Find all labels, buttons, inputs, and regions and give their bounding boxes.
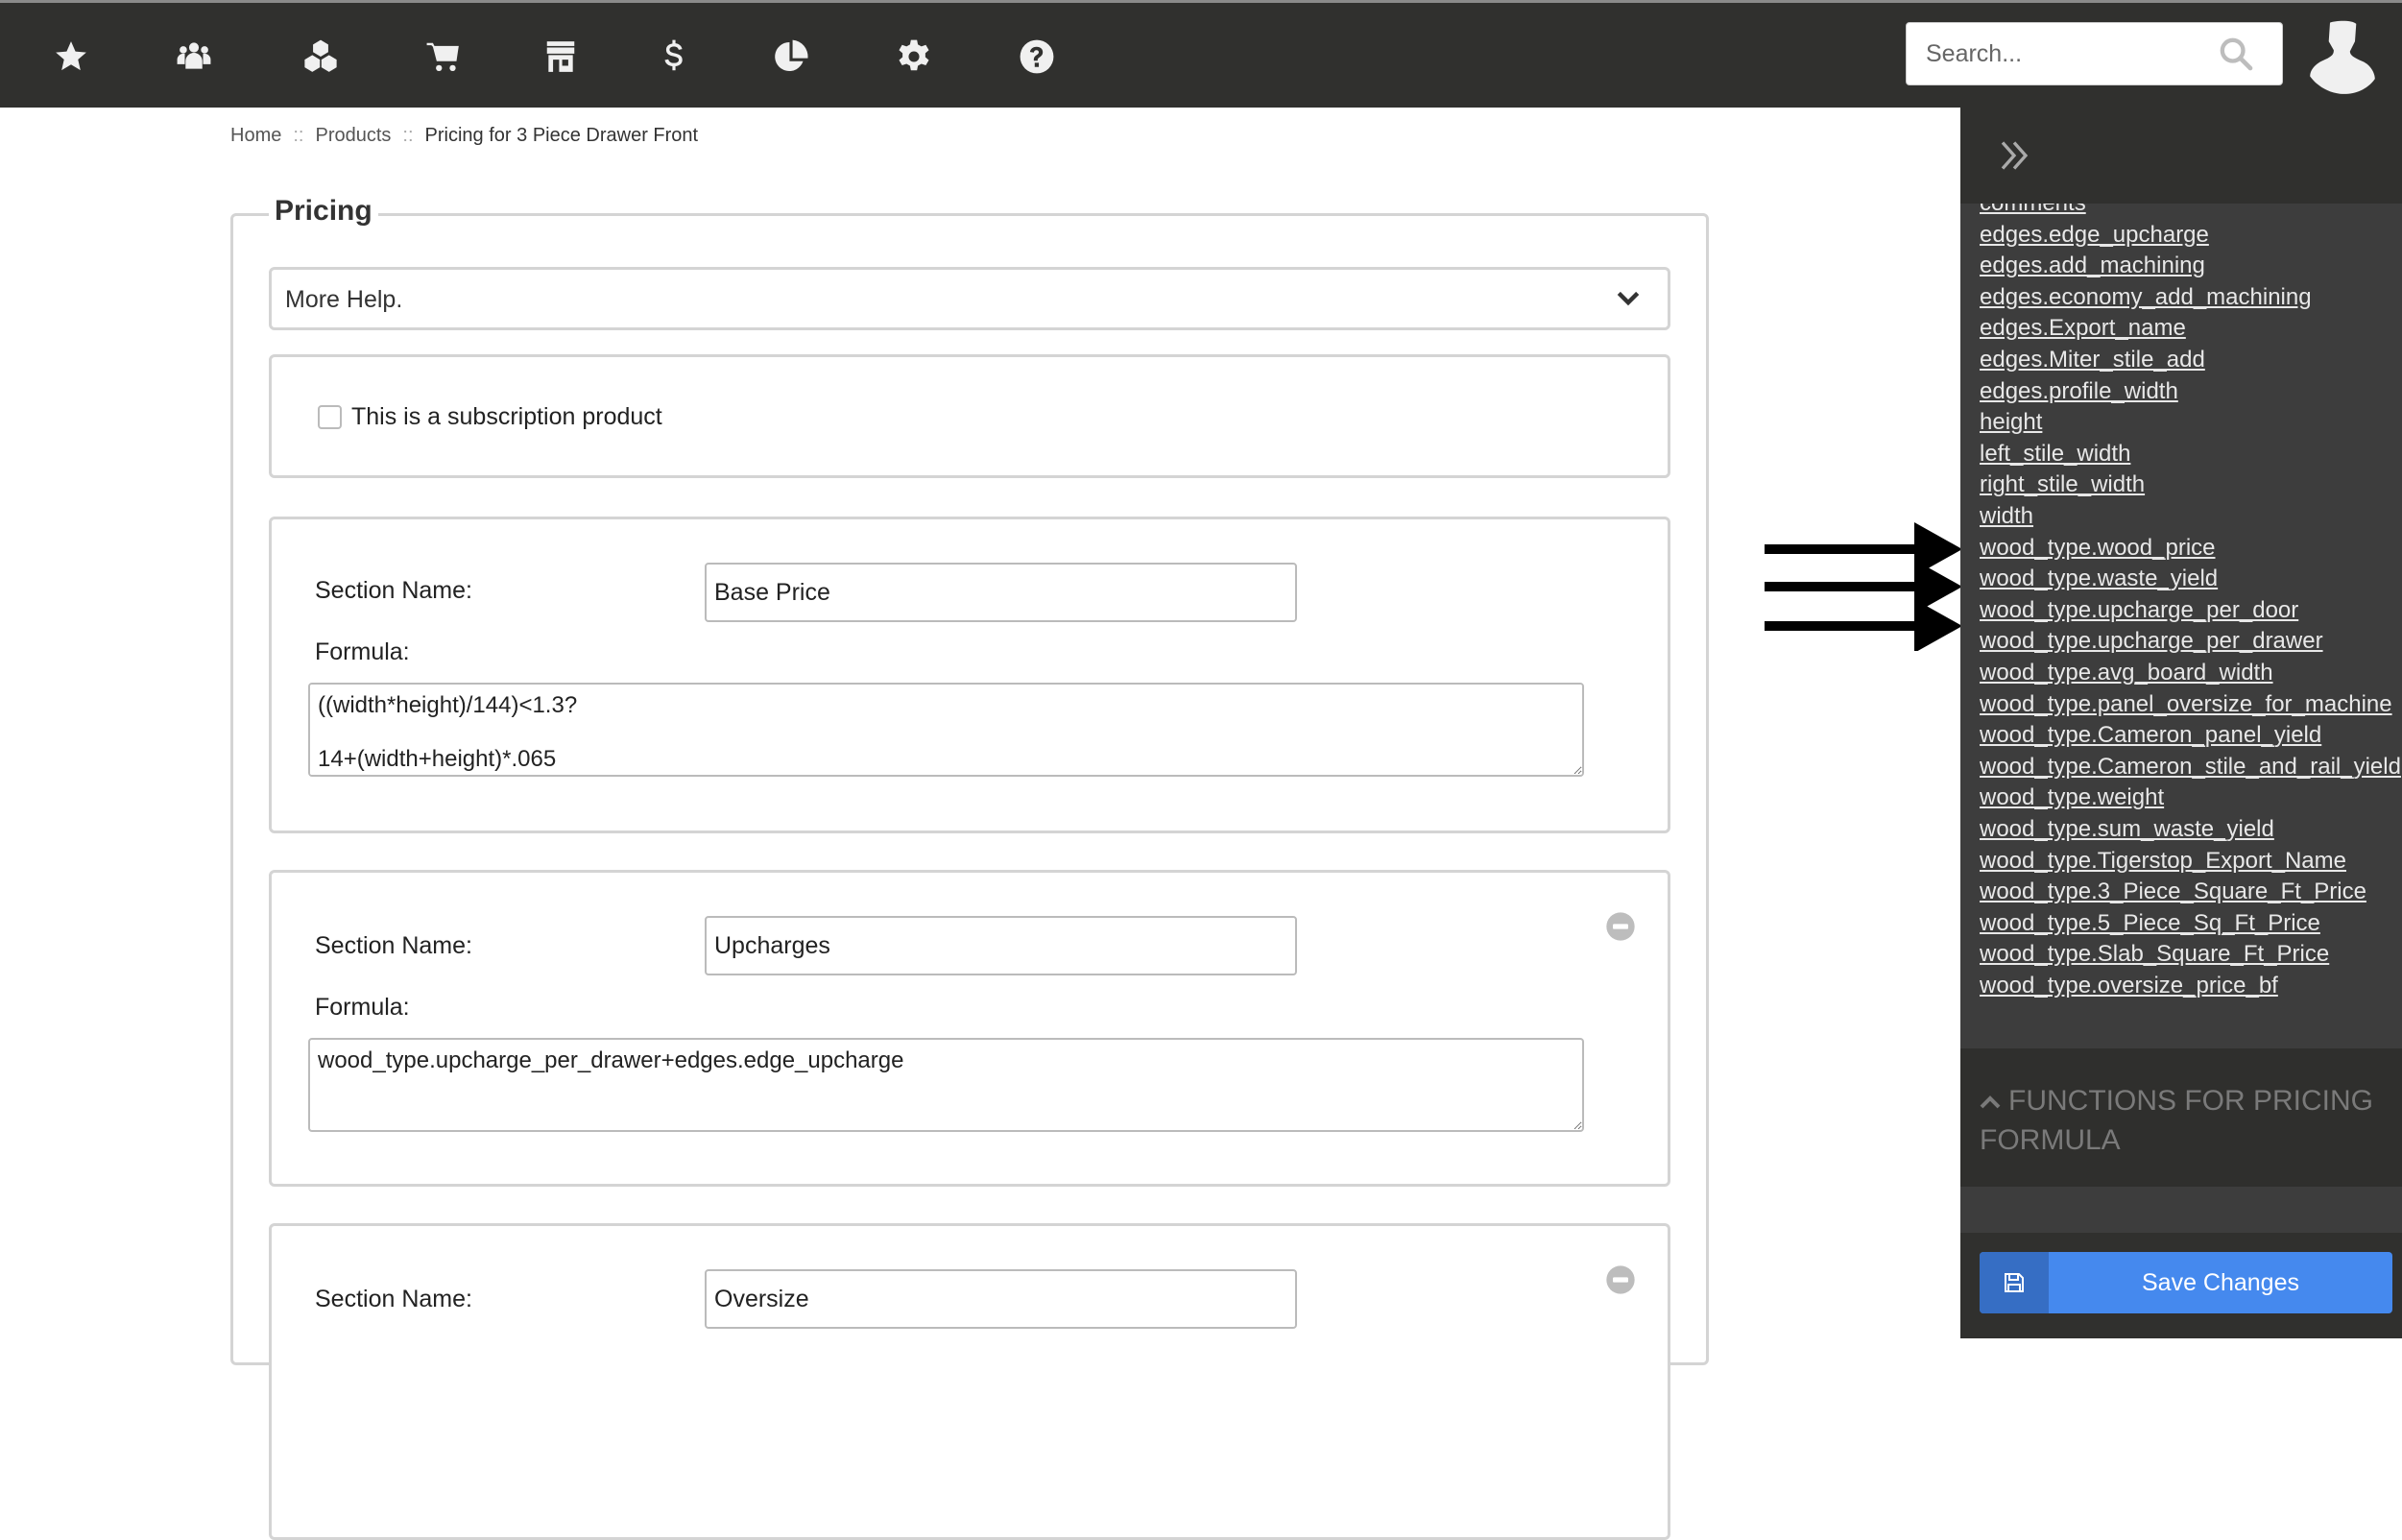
subscription-panel: This is a subscription product (269, 354, 1670, 478)
more-help-label: More Help. (285, 286, 403, 313)
variable-link[interactable]: edges.profile_width (1980, 378, 2178, 405)
gear-icon[interactable] (893, 36, 935, 78)
section-name-input[interactable] (705, 1269, 1297, 1329)
variable-link[interactable]: wood_type.sum_waste_yield (1980, 816, 2274, 843)
variable-link[interactable]: wood_type.Slab_Square_Ft_Price (1980, 941, 2329, 968)
variable-link[interactable]: wood_type.panel_oversize_for_machine (1980, 691, 2392, 718)
variable-link[interactable]: wood_type.3_Piece_Square_Ft_Price (1980, 878, 2366, 905)
breadcrumb-separator: :: (402, 125, 414, 146)
star-icon[interactable] (50, 36, 92, 78)
remove-section-icon[interactable] (1605, 1264, 1636, 1295)
section-name-label: Section Name: (315, 577, 472, 604)
breadcrumb-current: Pricing for 3 Piece Drawer Front (424, 125, 699, 146)
variable-link[interactable]: wood_type.weight (1980, 784, 2164, 811)
variable-link[interactable]: wood_type.Cameron_panel_yield (1980, 722, 2321, 749)
variable-link[interactable]: wood_type.Cameron_stile_and_rail_yield (1980, 754, 2401, 781)
variable-link[interactable]: height (1980, 409, 2042, 436)
top-navigation-bar (0, 0, 2402, 108)
section-name-label: Section Name: (315, 932, 472, 959)
variable-link[interactable]: wood_type.waste_yield (1980, 565, 2218, 592)
section-name-input[interactable] (705, 563, 1297, 622)
dollar-icon[interactable] (653, 36, 695, 78)
variable-list: comments edges.edge_upcharge edges.add_mac… (1960, 204, 2402, 1048)
pricing-section: Section Name: (269, 1223, 1670, 1540)
search-box (1906, 22, 2283, 85)
formula-textarea[interactable] (308, 1038, 1584, 1132)
pricing-section: Section Name: Formula: (269, 870, 1670, 1187)
variable-link[interactable]: width (1980, 503, 2033, 530)
variable-link[interactable]: right_stile_width (1980, 471, 2145, 498)
breadcrumb: Home:: Products:: Pricing for 3 Piece Draw… (230, 125, 698, 147)
save-changes-button[interactable]: Save Changes (1980, 1252, 2392, 1313)
variable-link[interactable]: wood_type.5_Piece_Sq_Ft_Price (1980, 910, 2320, 937)
save-icon-area (1980, 1252, 2049, 1313)
formula-variables-sidebar: comments edges.edge_upcharge edges.add_mac… (1960, 108, 2402, 1338)
variable-link[interactable]: wood_type.upcharge_per_door (1980, 597, 2298, 624)
variable-link[interactable]: edges.economy_add_machining (1980, 284, 2312, 311)
subscription-label[interactable]: This is a subscription product (351, 403, 662, 431)
cart-icon[interactable] (422, 36, 465, 78)
functions-accordion-header[interactable]: Functions for Pricing Formula (1960, 1048, 2402, 1187)
breadcrumb-separator: :: (293, 125, 304, 146)
question-icon[interactable] (1016, 36, 1058, 78)
breadcrumb-products[interactable]: Products (315, 125, 391, 146)
formula-label: Formula: (315, 638, 410, 665)
subscription-checkbox[interactable] (318, 405, 342, 429)
section-name-label: Section Name: (315, 1286, 472, 1312)
formula-label: Formula: (315, 994, 410, 1021)
variable-link[interactable]: edges.add_machining (1980, 253, 2205, 279)
search-input[interactable] (1907, 23, 2214, 84)
variable-link[interactable]: wood_type.Tigerstop_Export_Name (1980, 848, 2346, 875)
variable-link[interactable]: wood_type.wood_price (1980, 535, 2216, 562)
floppy-disk-icon (2005, 1273, 2024, 1292)
chevron-down-icon (1617, 291, 1640, 306)
double-chevron-right-icon[interactable] (1997, 138, 2031, 173)
more-help-accordion[interactable]: More Help. (269, 267, 1670, 330)
users-icon[interactable] (173, 36, 215, 78)
breadcrumb-home[interactable]: Home (230, 125, 281, 146)
section-name-input[interactable] (705, 916, 1297, 975)
variable-link[interactable]: edges.edge_upcharge (1980, 222, 2209, 249)
variable-link[interactable]: left_stile_width (1980, 441, 2130, 468)
pricing-legend: Pricing (269, 195, 378, 228)
chevron-up-icon (1980, 1095, 2001, 1109)
annotation-arrows-icon (1765, 522, 1962, 651)
variable-link[interactable]: comments (1980, 204, 2086, 217)
variable-link[interactable]: edges.Export_name (1980, 315, 2186, 342)
cubes-icon[interactable] (300, 36, 342, 78)
variable-link[interactable]: edges.Miter_stile_add (1980, 347, 2205, 373)
storefront-icon[interactable] (540, 36, 582, 78)
user-avatar-icon[interactable] (2304, 20, 2381, 95)
functions-heading: Functions for Pricing Formula (1980, 1085, 2373, 1156)
variable-link[interactable]: wood_type.oversize_price_bf (1980, 973, 2278, 999)
search-icon[interactable] (2217, 35, 2255, 73)
sidebar-spacer (1960, 1187, 2402, 1233)
pricing-section: Section Name: Formula: (269, 517, 1670, 833)
save-changes-label: Save Changes (2141, 1269, 2299, 1296)
variable-link[interactable]: wood_type.avg_board_width (1980, 660, 2273, 686)
formula-textarea[interactable] (308, 683, 1584, 777)
variable-link[interactable]: wood_type.upcharge_per_drawer (1980, 628, 2323, 655)
remove-section-icon[interactable] (1605, 911, 1636, 942)
pie-chart-icon[interactable] (770, 36, 812, 78)
